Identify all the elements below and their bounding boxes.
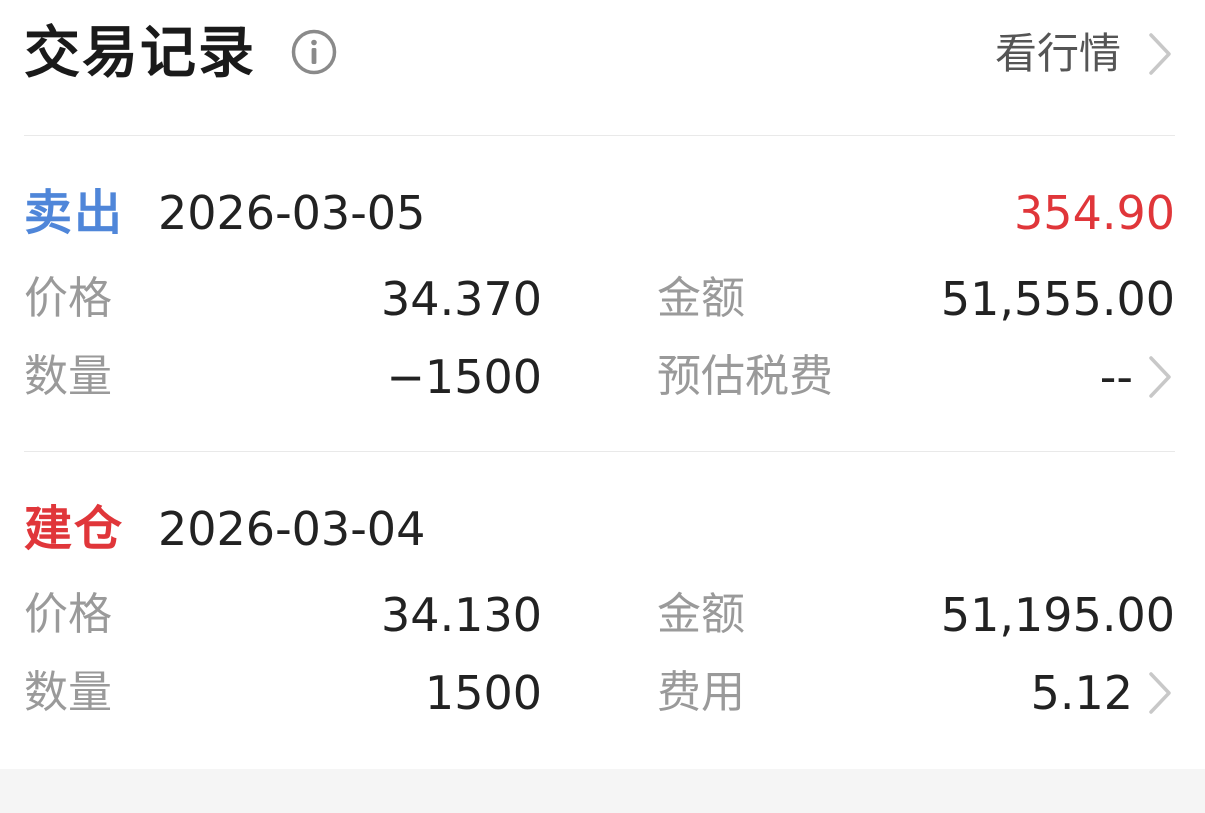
quantity-label: 数量 [24, 351, 112, 402]
record-row-quantity-fee: 数量 −1500 预估税费 -- [24, 345, 1175, 409]
section-separator [0, 769, 1205, 813]
view-market-link[interactable]: 看行情 [995, 24, 1175, 84]
view-market-label: 看行情 [994, 29, 1121, 78]
info-icon[interactable] [290, 28, 338, 76]
trade-record-sell[interactable]: 卖出 2026-03-05 354.90 价格 34.370 金额 51,555… [24, 181, 1175, 421]
fee-value: 5.12 [1030, 666, 1133, 720]
record-row-price-amount: 价格 34.130 金额 51,195.00 [24, 583, 1175, 647]
quantity-label: 数量 [24, 667, 112, 718]
estimated-tax-value: -- [1099, 350, 1133, 404]
record-header: 建仓 2026-03-04 [24, 497, 1175, 561]
price-value: 34.370 [381, 272, 542, 326]
quantity-value: −1500 [386, 350, 542, 404]
chevron-right-icon [1149, 33, 1171, 75]
realized-profit: 354.90 [1014, 186, 1175, 240]
chevron-right-icon[interactable] [1145, 670, 1175, 716]
price-label: 价格 [24, 589, 112, 640]
record-header: 卖出 2026-03-05 354.90 [24, 181, 1175, 245]
amount-label: 金额 [657, 273, 745, 324]
record-row-quantity-fee: 数量 1500 费用 5.12 [24, 661, 1175, 725]
action-badge-open: 建仓 [24, 501, 125, 557]
trade-record-open[interactable]: 建仓 2026-03-04 价格 34.130 金额 51,195.00 数量 … [24, 497, 1175, 737]
chevron-right-icon[interactable] [1145, 354, 1175, 400]
divider [24, 451, 1175, 452]
estimated-tax-label: 预估税费 [657, 351, 833, 402]
trade-date: 2026-03-05 [158, 186, 426, 240]
record-row-price-amount: 价格 34.370 金额 51,555.00 [24, 267, 1175, 331]
amount-value: 51,195.00 [940, 588, 1175, 642]
fee-label: 费用 [657, 667, 745, 718]
page-title: 交易记录 [24, 21, 256, 86]
header: 交易记录 看行情 [24, 0, 1175, 120]
amount-label: 金额 [657, 589, 745, 640]
divider [24, 135, 1175, 136]
price-value: 34.130 [381, 588, 542, 642]
action-badge-sell: 卖出 [24, 185, 125, 241]
trade-records-page: 交易记录 看行情 卖出 2026-03-05 354.90 价格 34.370 … [0, 0, 1205, 813]
trade-date: 2026-03-04 [158, 502, 426, 556]
price-label: 价格 [24, 273, 112, 324]
quantity-value: 1500 [424, 666, 542, 720]
amount-value: 51,555.00 [940, 272, 1175, 326]
